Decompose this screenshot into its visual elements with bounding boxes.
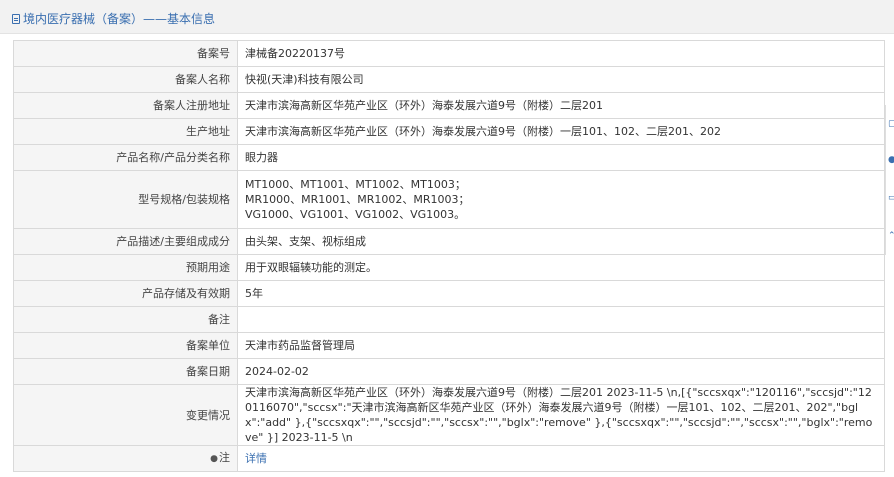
details-link[interactable]: 详情 — [245, 452, 267, 465]
side-top-icon[interactable]: ⌃ — [888, 231, 894, 243]
table-row: ●注 详情 — [13, 445, 885, 472]
row-value: 5年 — [237, 280, 885, 307]
page-title-text: 境内医疗器械（备案）——基本信息 — [23, 12, 216, 26]
page-title: 境内医疗器械（备案）——基本信息 — [12, 10, 215, 27]
table-row: 产品描述/主要组成成分 由头架、支架、视标组成 — [13, 228, 885, 255]
table-row: 备案单位 天津市药品监督管理局 — [13, 332, 885, 359]
document-icon — [12, 14, 20, 24]
row-label: 型号规格/包装规格 — [13, 170, 238, 229]
table-row: 备案日期 2024-02-02 — [13, 358, 885, 385]
row-value: 天津市药品监督管理局 — [237, 332, 885, 359]
row-value: 用于双眼辐辏功能的测定。 — [237, 254, 885, 281]
row-value: 详情 — [237, 445, 885, 472]
info-table: 备案号 津械备20220137号 备案人名称 快视(天津)科技有限公司 备案人注… — [13, 40, 885, 472]
row-value: MT1000、MT1001、MT1002、MT1003； MR1000、MR10… — [237, 170, 885, 229]
row-value: 由头架、支架、视标组成 — [237, 228, 885, 255]
row-value: 2024-02-02 — [237, 358, 885, 385]
side-print-icon[interactable]: ▭ — [888, 193, 894, 205]
table-row: 变更情况 天津市滨海高新区华苑产业区（环外）海泰发展六道9号（附楼）二层201 … — [13, 384, 885, 446]
table-row: 产品名称/产品分类名称 眼力器 — [13, 144, 885, 171]
row-label: 备案人名称 — [13, 66, 238, 93]
row-label: 产品存储及有效期 — [13, 280, 238, 307]
table-row: 预期用途 用于双眼辐辏功能的测定。 — [13, 254, 885, 281]
table-row: 生产地址 天津市滨海高新区华苑产业区（环外）海泰发展六道9号（附楼）一层101、… — [13, 118, 885, 145]
spec-line: VG1000、VG1001、VG1002、VG1003。 — [245, 208, 466, 221]
table-row: 产品存储及有效期 5年 — [13, 280, 885, 307]
row-value — [237, 306, 885, 333]
side-circle-icon[interactable]: ● — [888, 155, 894, 167]
table-row: 备案号 津械备20220137号 — [13, 40, 885, 67]
spec-line: MR1000、MR1001、MR1002、MR1003； — [245, 193, 470, 206]
row-label: 生产地址 — [13, 118, 238, 145]
row-label-text: 注 — [219, 451, 230, 464]
table-row: 备案人注册地址 天津市滨海高新区华苑产业区（环外）海泰发展六道9号（附楼）二层2… — [13, 92, 885, 119]
row-value: 天津市滨海高新区华苑产业区（环外）海泰发展六道9号（附楼）二层201 — [237, 92, 885, 119]
row-label: 预期用途 — [13, 254, 238, 281]
pin-icon: ● — [210, 454, 218, 464]
row-value: 眼力器 — [237, 144, 885, 171]
side-toolbar: ▢ ● ▭ ⌃ — [885, 105, 894, 255]
row-label: 备案号 — [13, 40, 238, 67]
table-row: 备注 — [13, 306, 885, 333]
table-row: 备案人名称 快视(天津)科技有限公司 — [13, 66, 885, 93]
row-label: 变更情况 — [13, 384, 238, 446]
row-label: 产品描述/主要组成成分 — [13, 228, 238, 255]
row-value: 天津市滨海高新区华苑产业区（环外）海泰发展六道9号（附楼）一层101、102、二… — [237, 118, 885, 145]
spec-line: MT1000、MT1001、MT1002、MT1003； — [245, 178, 466, 191]
row-label: 备案人注册地址 — [13, 92, 238, 119]
row-value: 快视(天津)科技有限公司 — [237, 66, 885, 93]
side-document-icon[interactable]: ▢ — [888, 119, 894, 131]
table-row: 型号规格/包装规格 MT1000、MT1001、MT1002、MT1003； M… — [13, 170, 885, 229]
page-header: 境内医疗器械（备案）——基本信息 — [0, 0, 894, 34]
row-label: 备注 — [13, 306, 238, 333]
row-label: 备案单位 — [13, 332, 238, 359]
change-history-value: 天津市滨海高新区华苑产业区（环外）海泰发展六道9号（附楼）二层201 2023-… — [237, 384, 885, 446]
row-label: ●注 — [13, 445, 238, 472]
row-label: 产品名称/产品分类名称 — [13, 144, 238, 171]
row-value: 津械备20220137号 — [237, 40, 885, 67]
row-label: 备案日期 — [13, 358, 238, 385]
